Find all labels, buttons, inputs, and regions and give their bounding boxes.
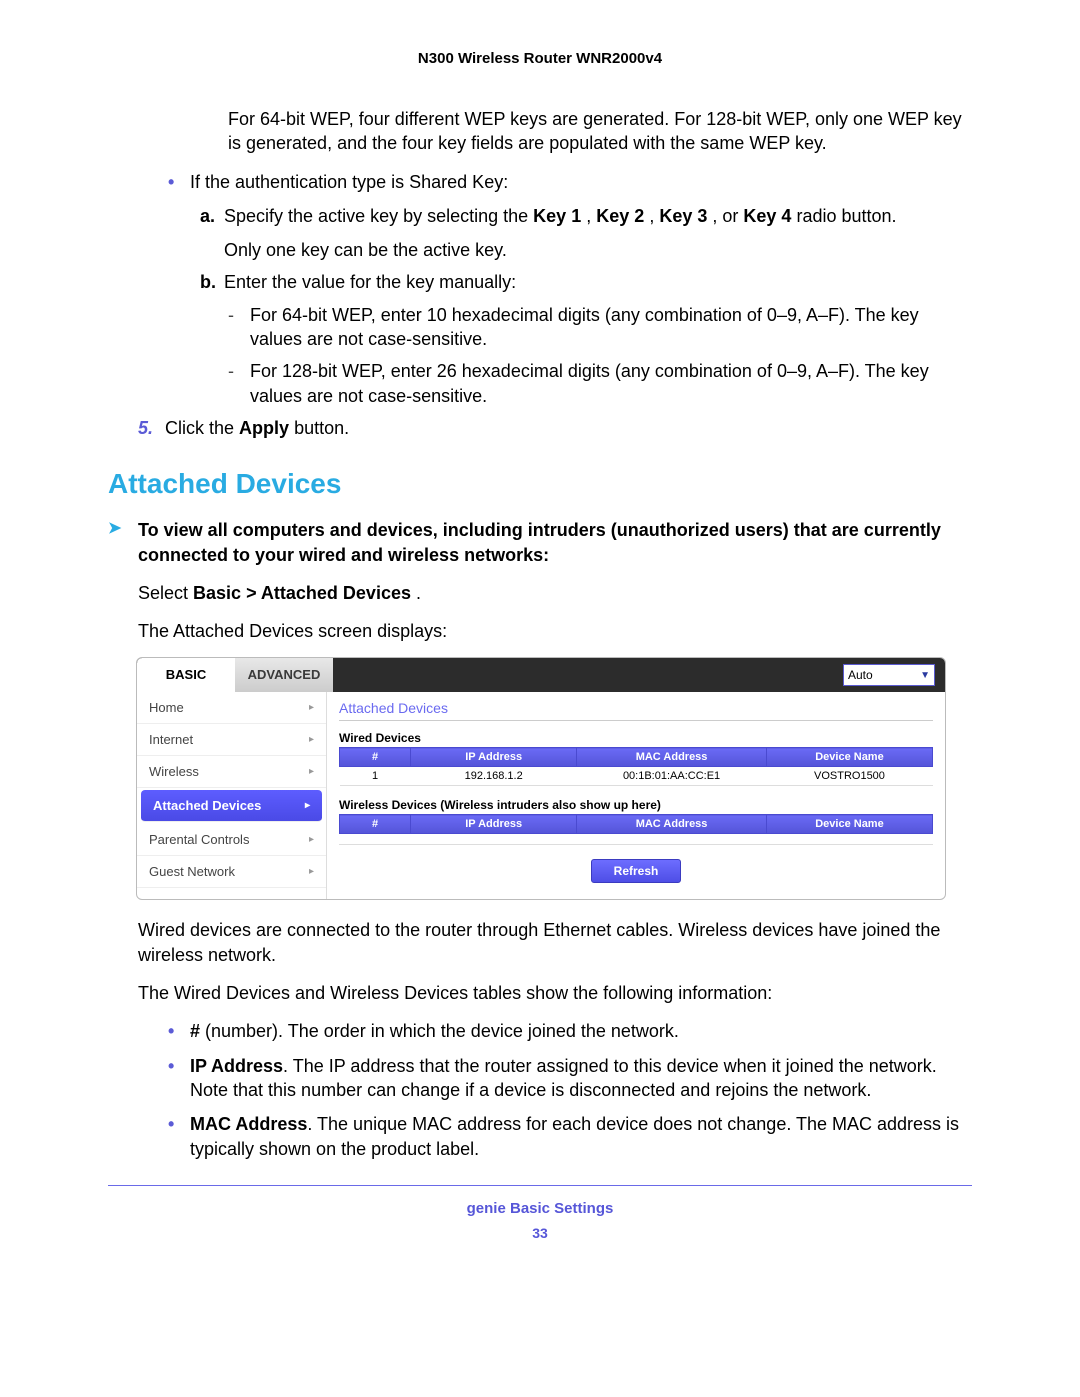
intro-para: For 64-bit WEP, four different WEP keys … [108,107,972,156]
sidebar-item-wireless[interactable]: Wireless ▸ [137,756,326,788]
sidebar-item-label: Wireless [149,764,199,779]
chevron-right-icon: ▸ [309,834,314,845]
bullet-icon: • [168,1112,190,1161]
chevron-down-icon: ▼ [920,670,930,681]
cell-num: 1 [340,767,411,786]
col-ip: IP Address [411,815,577,834]
page-footer: genie Basic Settings 33 [108,1185,972,1241]
step-5-num: 5. [138,416,165,440]
chevron-right-icon: ▸ [309,766,314,777]
wireless-table: # IP Address MAC Address Device Name [339,814,933,834]
bullet-icon: • [168,170,190,194]
chevron-right-icon: ▸ [309,866,314,877]
sub-a-key2: Key 2 [596,206,644,226]
router-screenshot: BASIC ADVANCED Auto ▼ Home▸Internet▸Wire… [136,657,946,900]
tab-bar: BASIC ADVANCED Auto ▼ [137,658,945,692]
col-num: # [340,815,411,834]
sub-a-key4: Key 4 [743,206,791,226]
col-name: Device Name [766,815,932,834]
sub-b-mark: b. [200,270,224,294]
col-mac: MAC Address [577,815,767,834]
dash-icon: - [228,359,250,408]
footer-page: 33 [108,1225,972,1241]
sub-a-prefix: Specify the active key by selecting the [224,206,533,226]
select-path-bold: Basic > Attached Devices [193,583,411,603]
sub-a-key3: Key 3 [659,206,707,226]
col-num: # [340,748,411,767]
bullet-num: • # (number). The order in which the dev… [108,1019,972,1043]
sub-a-key1: Key 1 [533,206,581,226]
wireless-caption: Wireless Devices (Wireless intruders als… [339,798,933,812]
shared-key-text: If the authentication type is Shared Key… [190,170,508,194]
sidebar-item-parental-controls[interactable]: Parental Controls ▸ [137,824,326,856]
section-title: Attached Devices [108,468,972,500]
sub-a-mark: a. [200,204,224,263]
task-intro-text: To view all computers and devices, inclu… [138,518,972,567]
sub-b-text: Enter the value for the key manually: [224,270,516,294]
sidebar-item-label: Guest Network [149,864,235,879]
bullet-icon: • [168,1054,190,1103]
screen-caption: The Attached Devices screen displays: [108,619,972,643]
col-ip: IP Address [411,748,577,767]
sidebar-item-home[interactable]: Home ▸ [137,692,326,724]
tab-basic[interactable]: BASIC [137,658,235,692]
sidebar-item-label: Internet [149,732,193,747]
chevron-right-icon: ▸ [309,734,314,745]
cell-name: VOSTRO1500 [766,767,932,786]
after-para-2: The Wired Devices and Wireless Devices t… [108,981,972,1005]
chevron-right-icon: ▸ [309,702,314,713]
sidebar-item-guest-network[interactable]: Guest Network ▸ [137,856,326,888]
cell-ip: 192.168.1.2 [411,767,577,786]
language-value: Auto [848,668,873,682]
footer-title: genie Basic Settings [108,1200,972,1217]
sidebar-item-internet[interactable]: Internet ▸ [137,724,326,756]
sidebar-item-attached-devices[interactable]: Attached Devices ▸ [141,790,322,822]
dash-2: - For 128-bit WEP, enter 26 hexadecimal … [108,359,972,408]
sub-b: b. Enter the value for the key manually: [108,270,972,294]
sidebar-item-label: Parental Controls [149,832,249,847]
shared-key-bullet: • If the authentication type is Shared K… [108,170,972,194]
bullet-mac: • MAC Address. The unique MAC address fo… [108,1112,972,1161]
apply-bold: Apply [239,418,289,438]
sidebar-item-label: Home [149,700,184,715]
language-select[interactable]: Auto ▼ [843,664,935,686]
select-path: Select Basic > Attached Devices . [108,581,972,605]
sidebar-item-label: Attached Devices [153,798,261,813]
table-row: 1 192.168.1.2 00:1B:01:AA:CC:E1 VOSTRO15… [340,767,933,786]
doc-header: N300 Wireless Router WNR2000v4 [108,50,972,67]
arrow-icon: ➤ [108,518,138,567]
wired-table: # IP Address MAC Address Device Name 1 1… [339,747,933,786]
sub-a-note: Only one key can be the active key. [224,240,507,260]
bullet-ip: • IP Address. The IP address that the ro… [108,1054,972,1103]
sidebar: Home ▸ Internet ▸ Wireless ▸ Attached Devices ▸… [137,692,327,899]
dash-2-text: For 128-bit WEP, enter 26 hexadecimal di… [250,359,972,408]
step-5: 5. Click the Apply button. [108,416,972,440]
panel-title: Attached Devices [339,700,933,716]
dash-1-text: For 64-bit WEP, enter 10 hexadecimal dig… [250,303,972,352]
dash-1: - For 64-bit WEP, enter 10 hexadecimal d… [108,303,972,352]
refresh-button[interactable]: Refresh [591,859,682,883]
sub-a: a. Specify the active key by selecting t… [108,204,972,263]
col-mac: MAC Address [577,748,767,767]
task-intro: ➤ To view all computers and devices, inc… [108,518,972,567]
wired-caption: Wired Devices [339,731,933,745]
dash-icon: - [228,303,250,352]
bullet-icon: • [168,1019,190,1043]
col-name: Device Name [766,748,932,767]
tab-advanced[interactable]: ADVANCED [235,658,333,692]
cell-mac: 00:1B:01:AA:CC:E1 [577,767,767,786]
after-para-1: Wired devices are connected to the route… [108,918,972,967]
chevron-right-icon: ▸ [305,800,310,811]
